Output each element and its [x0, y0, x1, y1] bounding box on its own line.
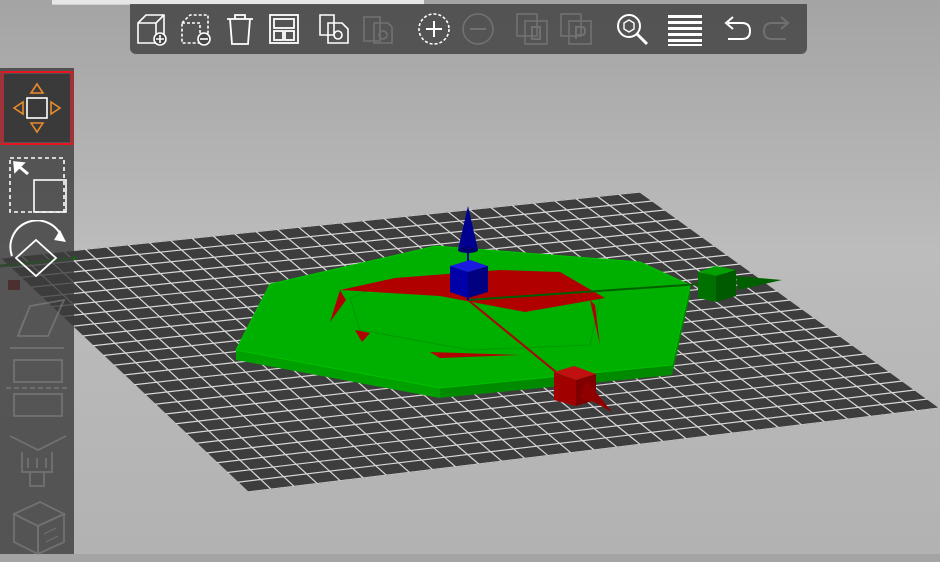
- paint-button[interactable]: [4, 428, 70, 496]
- delete-button[interactable]: [178, 11, 214, 47]
- search-icon: [617, 14, 649, 46]
- cut-button[interactable]: [4, 358, 70, 426]
- add-icon: [137, 14, 167, 46]
- layers-editing-icon: [668, 15, 702, 46]
- delete-all-button[interactable]: [222, 11, 258, 47]
- copy-icon: [319, 14, 349, 44]
- redo-icon: [762, 16, 790, 40]
- y-axis-handle[interactable]: [698, 266, 736, 302]
- delete-all-icon: [227, 14, 253, 45]
- place-on-face-button[interactable]: [4, 290, 70, 358]
- paint-icon: [9, 435, 67, 487]
- paste-icon: [363, 16, 393, 44]
- split-parts-button[interactable]: [558, 11, 594, 47]
- add-button[interactable]: [134, 11, 170, 47]
- top-toolbar: [130, 4, 807, 54]
- split-objects-button[interactable]: [514, 11, 550, 47]
- 3d-viewport[interactable]: [0, 0, 940, 554]
- layers-editing-button[interactable]: [666, 11, 702, 47]
- arrange-icon: [269, 14, 299, 44]
- move-icon: [12, 82, 62, 134]
- add-instance-icon: [418, 13, 450, 45]
- redo-button[interactable]: [760, 11, 796, 47]
- z-axis-handle[interactable]: [450, 260, 488, 298]
- cut-icon: [6, 359, 68, 417]
- cube-button[interactable]: [4, 494, 70, 562]
- remove-instance-button[interactable]: [460, 11, 496, 47]
- scale-icon: [9, 157, 67, 213]
- rotate-gizmo-button[interactable]: [4, 220, 70, 288]
- move-gizmo-button[interactable]: [1, 71, 73, 145]
- delete-icon: [181, 14, 211, 46]
- copy-button[interactable]: [316, 11, 352, 47]
- paste-button[interactable]: [360, 11, 396, 47]
- scale-gizmo-button[interactable]: [4, 152, 70, 220]
- cube-icon: [11, 501, 67, 556]
- split-parts-icon: [560, 13, 592, 45]
- rotate-icon: [9, 220, 66, 278]
- add-instance-button[interactable]: [416, 11, 452, 47]
- undo-button[interactable]: [718, 11, 754, 47]
- search-button[interactable]: [614, 11, 650, 47]
- arrange-button[interactable]: [266, 11, 302, 47]
- remove-instance-icon: [462, 13, 494, 45]
- split-objects-icon: [516, 13, 548, 45]
- gizmo-toolbar: [0, 68, 74, 556]
- undo-icon: [724, 16, 752, 40]
- place-on-face-icon: [10, 298, 66, 349]
